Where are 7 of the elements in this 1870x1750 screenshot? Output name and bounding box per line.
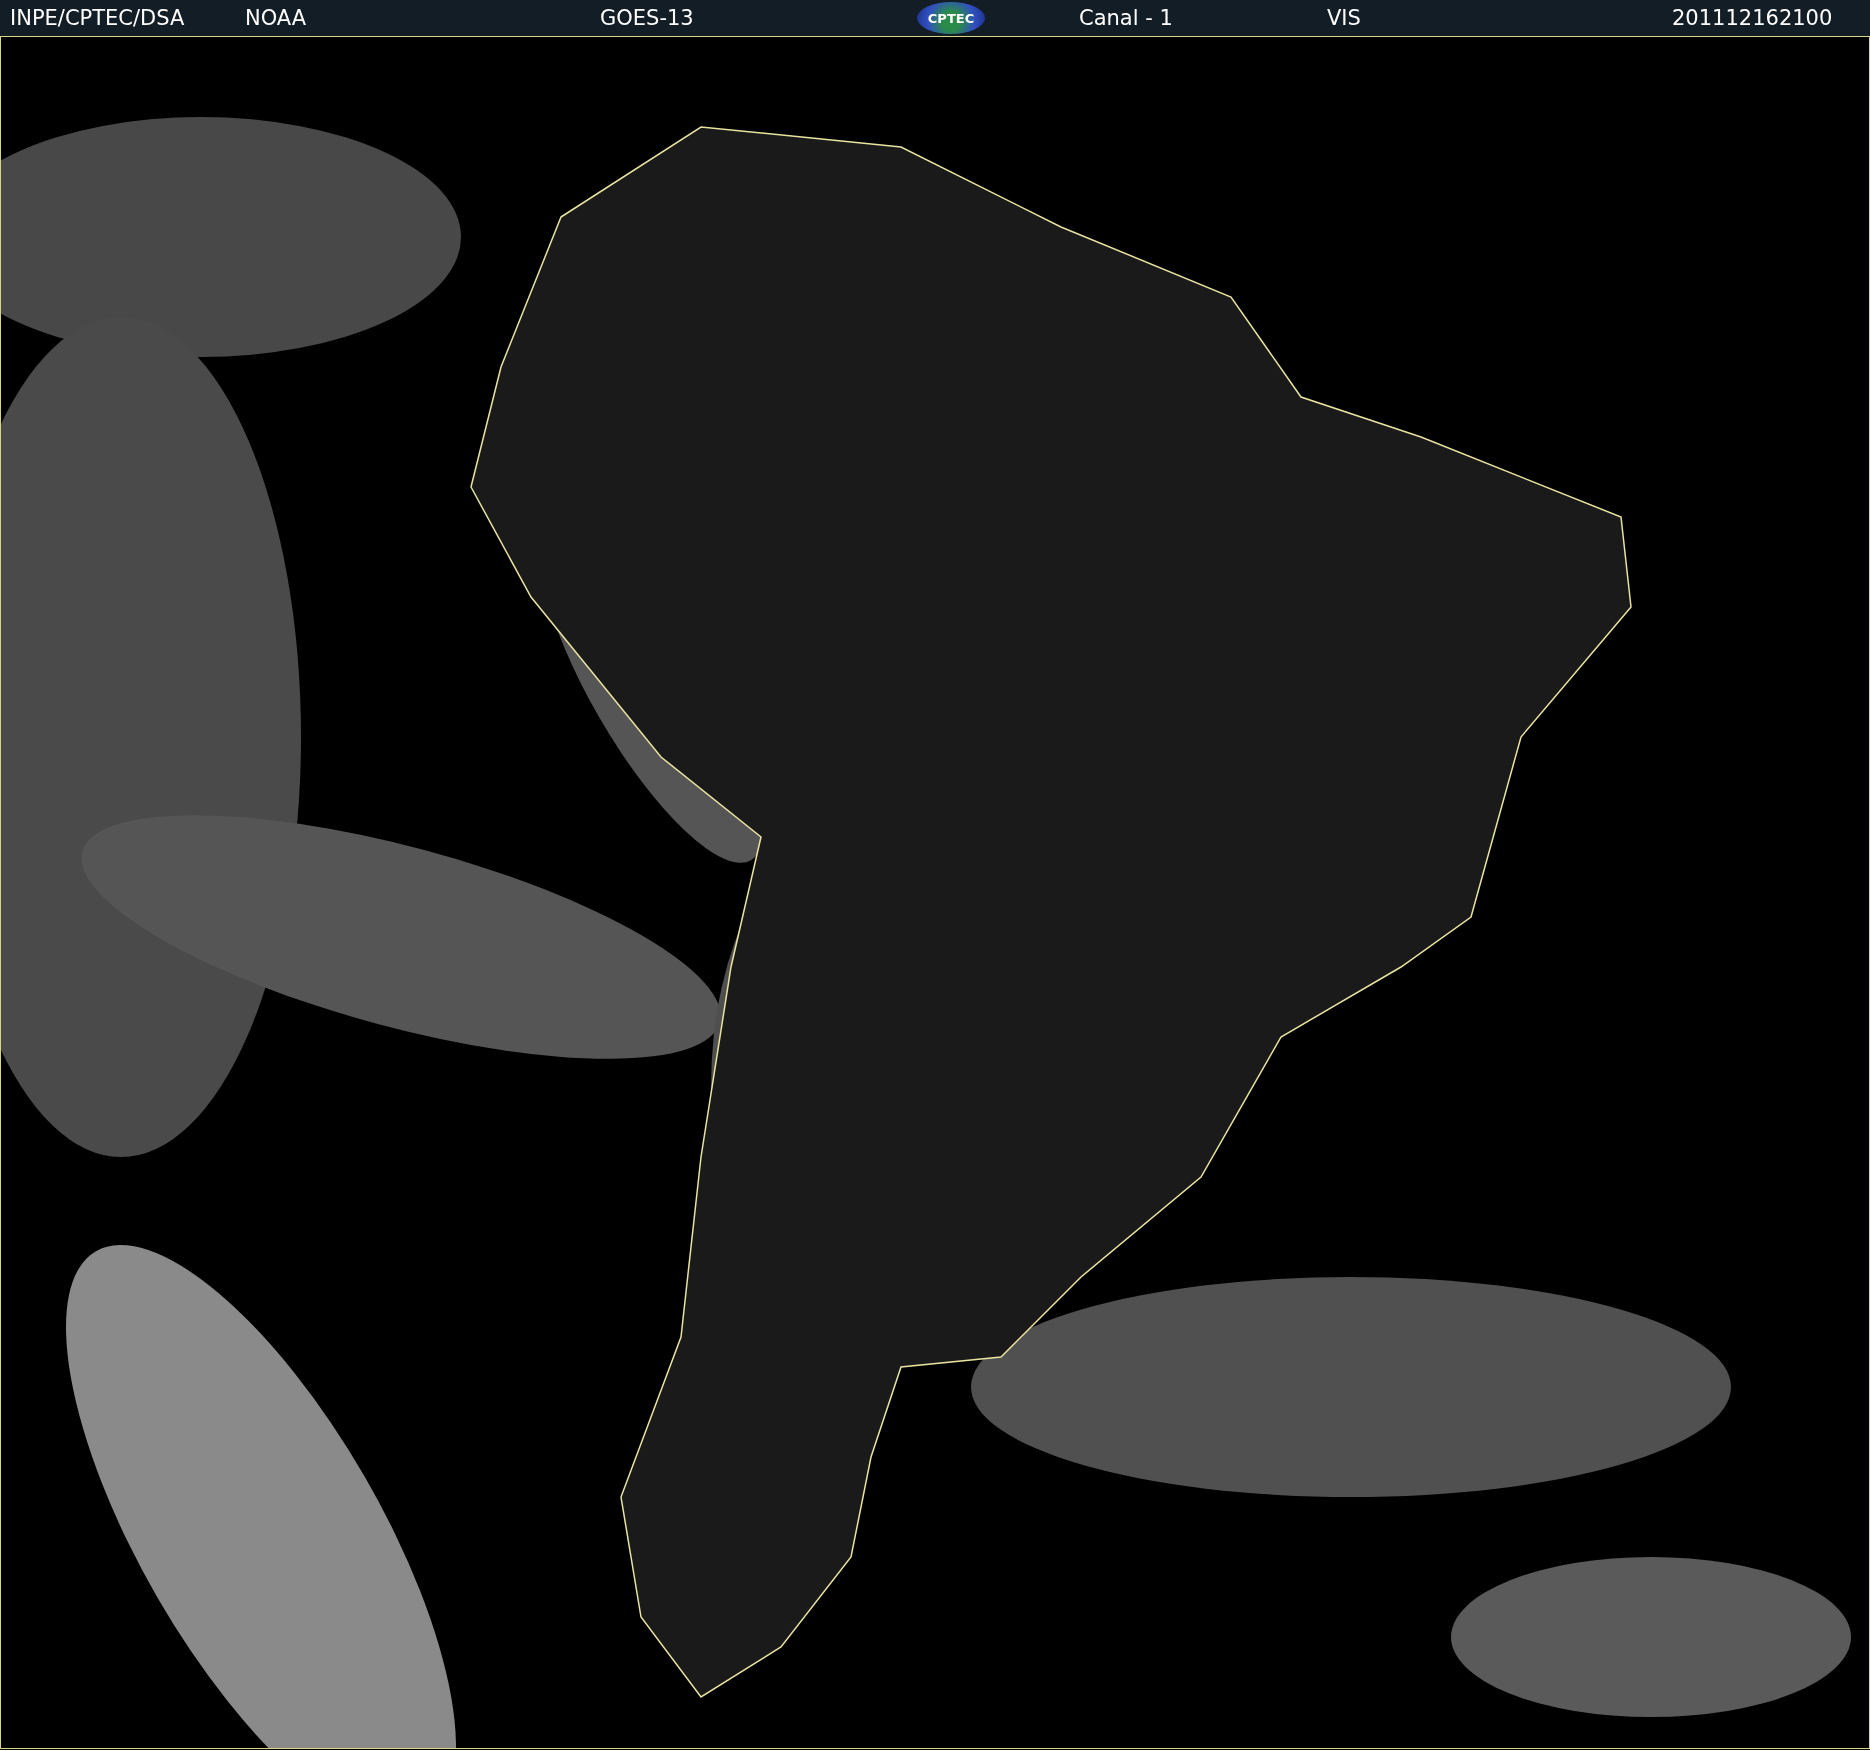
satellite-label: GOES-13 (600, 6, 695, 30)
logo: CPTEC (917, 2, 985, 34)
agency-label: NOAA (245, 6, 308, 30)
channel-label: Canal - 1 (1078, 6, 1174, 30)
band-label: VIS (1327, 6, 1362, 30)
timestamp: 201112162100 (1672, 6, 1834, 30)
source-label: INPE/CPTEC/DSA (9, 6, 186, 30)
